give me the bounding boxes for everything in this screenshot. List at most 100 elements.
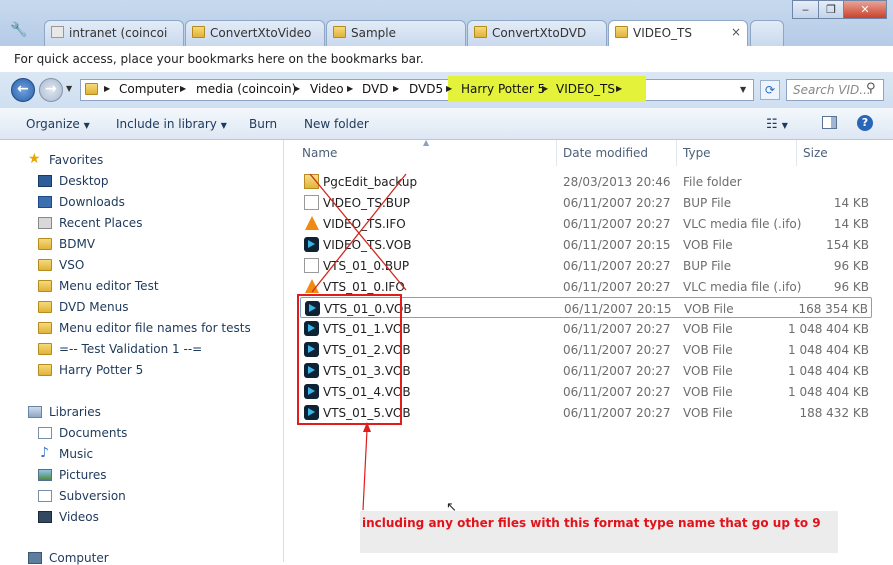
folder-icon [38,322,52,334]
file-type: VOB File [683,238,733,252]
include-label: Include in library [116,117,217,131]
close-window-button[interactable]: ✕ [843,0,887,19]
chevron-right-icon: ▶ [542,84,549,93]
nav-item-dvd-menus[interactable]: DVD Menus [59,300,129,314]
chevron-right-icon: ▶ [347,84,354,93]
folder-icon [38,259,52,271]
downloads-icon [38,196,52,208]
burn-button[interactable]: Burn [249,117,277,131]
file-size: 96 KB [833,280,869,294]
nav-item-menu-editor-test[interactable]: Menu editor Test [59,279,159,293]
tab-intranet[interactable]: intranet (coincoi [44,20,184,46]
file-date-modified: 06/11/2007 20:15 [564,302,672,316]
search-placeholder: Search VID... [793,83,871,97]
breadcrumb-dvd[interactable]: DVD [362,82,388,96]
nav-item-menu-editor-file-names[interactable]: Menu editor file names for tests [59,321,251,335]
libraries-icon [28,406,42,418]
nav-item-desktop[interactable]: Desktop [59,174,109,188]
maximize-button[interactable]: ❐ [818,0,844,19]
folder-icon [38,343,52,355]
preview-pane-icon[interactable] [822,116,837,129]
views-icon[interactable]: ☷ ▼ [766,117,788,132]
arrow-right-icon: → [45,81,57,97]
nav-item-vso[interactable]: VSO [59,258,84,272]
nav-item-pictures[interactable]: Pictures [59,468,107,482]
breadcrumb-computer[interactable]: Computer [119,82,179,96]
new-tab-button[interactable] [750,20,784,46]
tab-video-ts[interactable]: VIDEO_TS × [608,20,748,47]
arrow-left-icon: ← [17,81,29,97]
column-divider[interactable] [556,140,557,166]
file-date-modified: 06/11/2007 20:15 [563,238,671,252]
file-date-modified: 06/11/2007 20:27 [563,217,671,231]
tab-convertxtodvd[interactable]: ConvertXtoDVD [467,20,607,46]
nav-item-downloads[interactable]: Downloads [59,195,125,209]
nav-item-music[interactable]: Music [59,447,93,461]
file-size: 168 354 KB [798,302,868,316]
minimize-button[interactable]: ‒ [792,0,819,19]
new-folder-button[interactable]: New folder [304,117,369,131]
column-divider[interactable] [676,140,677,166]
recent-pages-dropdown[interactable]: ▼ [66,84,72,93]
column-header-size[interactable]: Size [803,146,828,160]
tab-sample[interactable]: Sample [326,20,466,46]
organize-label: Organize [26,117,80,131]
column-header-name[interactable]: Name [302,146,337,160]
nav-item-computer[interactable]: Computer [49,551,109,565]
desktop-icon [38,175,52,187]
nav-item-videos[interactable]: Videos [59,510,99,524]
nav-item-bdmv[interactable]: BDMV [59,237,95,251]
close-icon[interactable]: × [731,25,741,39]
nav-item-subversion[interactable]: Subversion [59,489,126,503]
address-dropdown-icon[interactable]: ▼ [740,85,746,94]
tab-label: intranet (coincoi [69,26,168,40]
nav-item-recent-places[interactable]: Recent Places [59,216,142,230]
chevron-right-icon: ▶ [446,84,453,93]
cursor-icon: ↖ [446,500,457,515]
file-type: VOB File [683,364,733,378]
file-type: VOB File [683,343,733,357]
videos-icon [38,511,52,523]
column-header-type[interactable]: Type [683,146,711,160]
forward-button[interactable]: → [39,78,63,102]
nav-item-harry-potter-5[interactable]: Harry Potter 5 [59,363,143,377]
libraries-heading[interactable]: Libraries [49,405,101,419]
tab-convertxtovideo[interactable]: ConvertXtoVideo [185,20,325,46]
music-icon: ♪ [40,445,49,461]
chevron-right-icon: ▶ [104,84,111,93]
breadcrumb-video-ts[interactable]: VIDEO_TS [556,82,615,96]
file-type: VLC media file (.ifo) [683,217,802,231]
file-size: 96 KB [833,259,869,273]
breadcrumb-media[interactable]: media (coincoin) [196,82,296,96]
breadcrumb-harry-potter-5[interactable]: Harry Potter 5 [461,82,545,96]
arrow-shaft [362,429,368,511]
organize-button[interactable]: Organize ▼ [26,117,90,131]
file-size: 14 KB [833,217,869,231]
favorites-heading[interactable]: Favorites [49,153,103,167]
pictures-icon [38,469,52,481]
file-date-modified: 06/11/2007 20:27 [563,406,671,420]
search-icon[interactable]: ⚲ [866,81,876,96]
breadcrumb-video[interactable]: Video [310,82,344,96]
help-icon[interactable]: ? [857,115,873,131]
nav-item-test-validation[interactable]: =-- Test Validation 1 --= [59,342,202,356]
column-divider[interactable] [796,140,797,166]
column-header-date[interactable]: Date modified [563,146,648,160]
file-type: VOB File [683,406,733,420]
sort-up-icon: ▲ [423,138,430,147]
back-button[interactable]: ← [11,78,35,102]
folder-icon [85,83,98,95]
breadcrumb-dvd5[interactable]: DVD5 [409,82,443,96]
refresh-icon[interactable]: ⟳ [760,80,780,100]
nav-item-documents[interactable]: Documents [59,426,127,440]
file-type: BUP File [683,196,732,210]
bookmarks-bar: For quick access, place your bookmarks h… [0,46,893,73]
include-in-library-button[interactable]: Include in library ▼ [116,117,227,131]
file-size: 154 KB [826,238,869,252]
file-date-modified: 06/11/2007 20:27 [563,343,671,357]
wrench-icon[interactable]: 🔧 [10,22,27,38]
bookmarks-hint: For quick access, place your bookmarks h… [14,52,424,66]
recent-places-icon [38,217,52,229]
folder-icon [38,238,52,250]
folder-icon [38,280,52,292]
